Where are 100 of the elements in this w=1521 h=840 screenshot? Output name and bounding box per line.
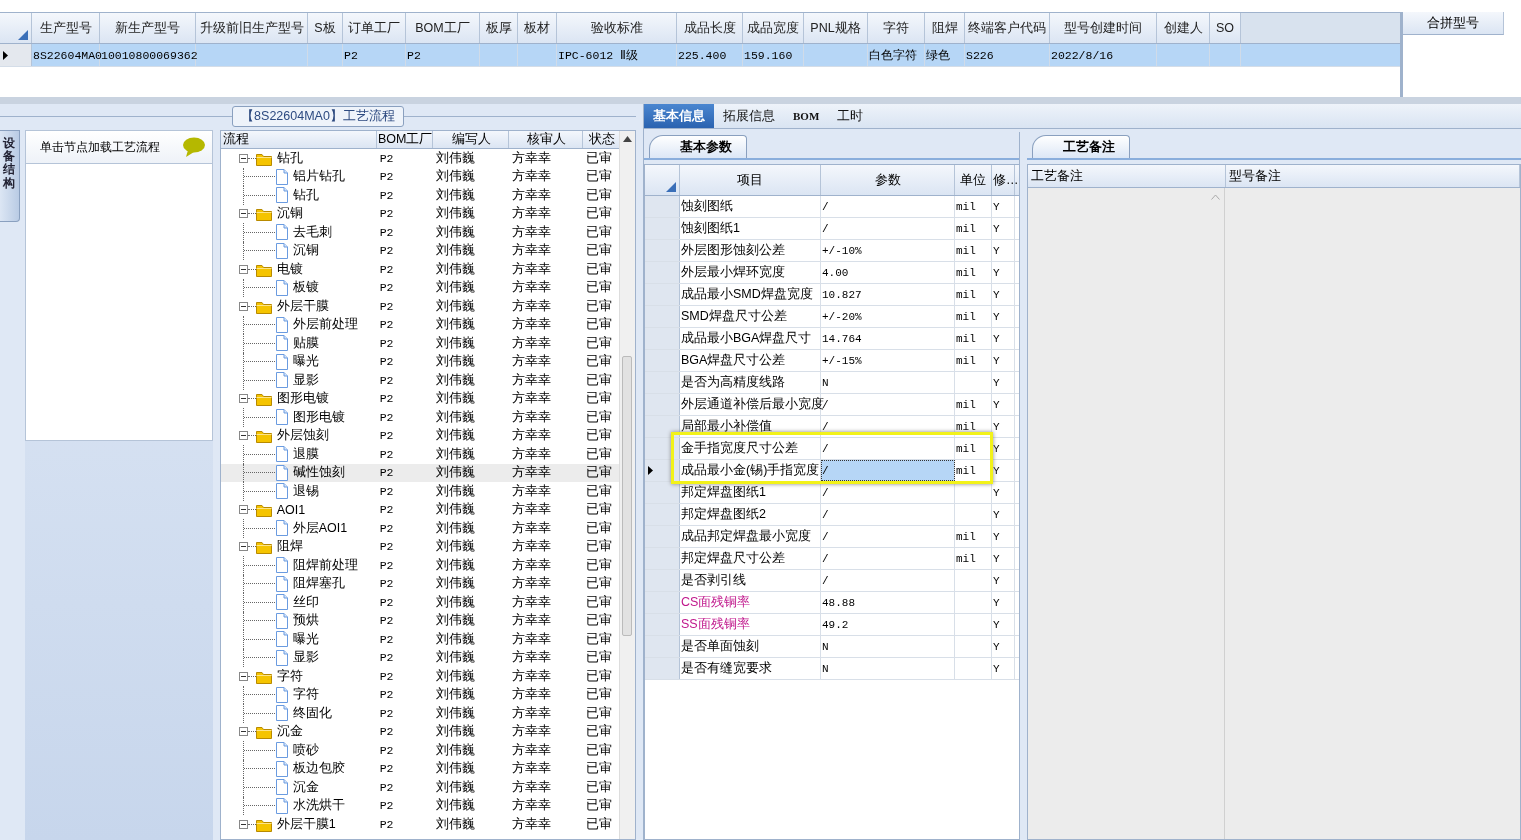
table-row[interactable]: 成品最小SMD焊盘宽度 10.827 mil Y xyxy=(645,284,1019,306)
column-header[interactable]: 新生产型号 xyxy=(100,13,196,43)
tree-row[interactable]: 板镀 P2 刘伟巍 方幸幸 已审 xyxy=(220,278,621,297)
table-cell: 方幸幸 xyxy=(511,223,551,241)
tree-row[interactable]: 曝光 P2 刘伟巍 方幸幸 已审 xyxy=(220,630,621,649)
tree-row[interactable]: 外层前处理 P2 刘伟巍 方幸幸 已审 xyxy=(220,315,621,334)
table-cell: 刘伟巍 xyxy=(435,464,475,482)
tree-row[interactable]: 阻焊 P2 刘伟巍 方幸幸 已审 xyxy=(220,537,621,556)
column-header[interactable]: 型号备注 xyxy=(1226,165,1520,187)
column-header[interactable]: 终端客户代码 xyxy=(965,13,1050,43)
table-row[interactable]: 局部最小补偿值 / mil Y xyxy=(645,416,1019,438)
tree-row[interactable]: 钻孔 P2 刘伟巍 方幸幸 已审 xyxy=(220,186,621,205)
column-header[interactable]: S板 xyxy=(308,13,343,43)
table-cell: / xyxy=(822,464,829,477)
column-header[interactable]: 成品宽度 xyxy=(743,13,804,43)
table-row[interactable]: 邦定焊盘尺寸公差 / mil Y xyxy=(645,548,1019,570)
column-header[interactable]: BOM工厂 xyxy=(406,13,480,43)
table-row[interactable]: 蚀刻图纸 / mil Y xyxy=(645,196,1019,218)
column-header[interactable]: 流程 xyxy=(220,131,377,148)
column-header[interactable]: 参数 xyxy=(821,165,955,195)
column-header[interactable]: 创建人 xyxy=(1157,13,1210,43)
column-header[interactable]: 验收标准 xyxy=(557,13,677,43)
tab[interactable]: 基本参数 xyxy=(649,135,747,158)
column-header[interactable]: 核审人 xyxy=(508,131,583,148)
table-row[interactable]: 是否有缝宽要求 N Y xyxy=(645,658,1019,680)
tab[interactable]: 基本信息 xyxy=(644,104,714,128)
tree-row[interactable]: 铝片钻孔 P2 刘伟巍 方幸幸 已审 xyxy=(220,167,621,186)
tree-row[interactable]: 退膜 P2 刘伟巍 方幸幸 已审 xyxy=(220,445,621,464)
tab[interactable]: BOM xyxy=(784,104,829,128)
tree-row[interactable]: 沉金 P2 刘伟巍 方幸幸 已审 xyxy=(220,722,621,741)
column-header[interactable]: 成品长度 xyxy=(677,13,743,43)
tree-row[interactable]: 钻孔 P2 刘伟巍 方幸幸 已审 xyxy=(220,149,621,168)
table-row[interactable]: 外层通道补偿后最小宽度/ mil Y xyxy=(645,394,1019,416)
table-cell: +/-10% xyxy=(822,244,862,257)
tree-row[interactable]: 喷砂 P2 刘伟巍 方幸幸 已审 xyxy=(220,741,621,760)
column-header[interactable]: 订单工厂 xyxy=(343,13,406,43)
column-header[interactable]: 编写人 xyxy=(432,131,509,148)
table-row[interactable]: SS面残铜率 49.2 Y xyxy=(645,614,1019,636)
table-row[interactable]: 邦定焊盘图纸2 / Y xyxy=(645,504,1019,526)
table-row[interactable]: 成品最小BGA焊盘尺寸 14.764 mil Y xyxy=(645,328,1019,350)
tree-row[interactable]: 外层蚀刻 P2 刘伟巍 方幸幸 已审 xyxy=(220,426,621,445)
tree-row[interactable]: 贴膜 P2 刘伟巍 方幸幸 已审 xyxy=(220,334,621,353)
tree-row[interactable]: 图形电镀 P2 刘伟巍 方幸幸 已审 xyxy=(220,408,621,427)
column-header[interactable]: BOM工厂 xyxy=(376,131,433,148)
table-row[interactable]: CS面残铜率 48.88 Y xyxy=(645,592,1019,614)
tab[interactable]: 工艺备注 xyxy=(1032,135,1130,158)
tree-row[interactable]: 图形电镀 P2 刘伟巍 方幸幸 已审 xyxy=(220,389,621,408)
table-row[interactable]: 成品邦定焊盘最小宽度 / mil Y xyxy=(645,526,1019,548)
tree-row[interactable]: 外层干膜 P2 刘伟巍 方幸幸 已审 xyxy=(220,297,621,316)
tree-row[interactable]: 显影 P2 刘伟巍 方幸幸 已审 xyxy=(220,371,621,390)
table-row[interactable]: 是否为高精度线路 N Y xyxy=(645,372,1019,394)
column-header[interactable]: 升级前旧生产型号 xyxy=(196,13,308,43)
tree-row[interactable]: 字符 P2 刘伟巍 方幸幸 已审 xyxy=(220,667,621,686)
column-header[interactable]: 板厚 xyxy=(480,13,518,43)
tree-row[interactable]: 曝光 P2 刘伟巍 方幸幸 已审 xyxy=(220,352,621,371)
column-header[interactable]: 生产型号 xyxy=(32,13,100,43)
table-row[interactable]: 蚀刻图纸1 / mil Y xyxy=(645,218,1019,240)
column-header[interactable]: 工艺备注 xyxy=(1028,165,1226,187)
table-row[interactable]: 邦定焊盘图纸1 / Y xyxy=(645,482,1019,504)
table-row[interactable]: BGA焊盘尺寸公差 +/-15% mil Y xyxy=(645,350,1019,372)
table-row[interactable]: SMD焊盘尺寸公差 +/-20% mil Y xyxy=(645,306,1019,328)
column-header[interactable]: 合拼型号 xyxy=(1403,12,1504,35)
tree-row[interactable]: 沉铜 P2 刘伟巍 方幸幸 已审 xyxy=(220,204,621,223)
tree-row[interactable]: 阻焊塞孔 P2 刘伟巍 方幸幸 已审 xyxy=(220,574,621,593)
tree-row[interactable]: 字符 P2 刘伟巍 方幸幸 已审 xyxy=(220,685,621,704)
column-header[interactable]: 板材 xyxy=(518,13,557,43)
side-tab[interactable]: 设备结构 xyxy=(0,130,20,222)
tree-row[interactable]: 板边包胶 P2 刘伟巍 方幸幸 已审 xyxy=(220,759,621,778)
column-header[interactable]: 修… xyxy=(992,165,1015,195)
tree-row[interactable]: 阻焊前处理 P2 刘伟巍 方幸幸 已审 xyxy=(220,556,621,575)
tab[interactable]: 拓展信息 xyxy=(714,104,784,128)
table-row[interactable]: 成品最小金(锡)手指宽度 / mil Y xyxy=(645,460,1019,482)
tree-row[interactable]: 退锡 P2 刘伟巍 方幸幸 已审 xyxy=(220,482,621,501)
tree-row[interactable]: 外层AOI1 P2 刘伟巍 方幸幸 已审 xyxy=(220,519,621,538)
tree-row[interactable]: 终固化 P2 刘伟巍 方幸幸 已审 xyxy=(220,704,621,723)
column-header[interactable]: PNL规格 xyxy=(804,13,868,43)
column-header[interactable]: 型号创建时间 xyxy=(1050,13,1157,43)
column-header[interactable]: 项目 xyxy=(680,165,821,195)
column-header[interactable]: 字符 xyxy=(868,13,925,43)
tree-row[interactable]: 水洗烘干 P2 刘伟巍 方幸幸 已审 xyxy=(220,796,621,815)
tree-row[interactable]: AOI1 P2 刘伟巍 方幸幸 已审 xyxy=(220,500,621,519)
table-row[interactable]: 外层最小焊环宽度 4.00 mil Y xyxy=(645,262,1019,284)
table-row[interactable]: 8S22604MA010010800069362 P2 P2 IPC-6012 Ⅱ级 225.400 159.160 白色字符 绿色 S226 2022/8/16 xyxy=(0,44,1400,67)
table-cell: 已审 xyxy=(585,408,612,426)
tree-row[interactable]: 丝印 P2 刘伟巍 方幸幸 已审 xyxy=(220,593,621,612)
tab[interactable]: 工时 xyxy=(828,104,873,128)
tree-row[interactable]: 去毛刺 P2 刘伟巍 方幸幸 已审 xyxy=(220,223,621,242)
tree-row[interactable]: 预烘 P2 刘伟巍 方幸幸 已审 xyxy=(220,611,621,630)
tree-row[interactable]: 沉金 P2 刘伟巍 方幸幸 已审 xyxy=(220,778,621,797)
table-row[interactable]: 是否单面蚀刻 N Y xyxy=(645,636,1019,658)
tree-row[interactable]: 碱性蚀刻 P2 刘伟巍 方幸幸 已审 xyxy=(220,463,621,482)
table-row[interactable]: 外层图形蚀刻公差 +/-10% mil Y xyxy=(645,240,1019,262)
table-cell: 邦定焊盘图纸1 xyxy=(681,484,766,501)
tree-row[interactable]: 显影 P2 刘伟巍 方幸幸 已审 xyxy=(220,648,621,667)
tree-row[interactable]: 外层干膜1 P2 刘伟巍 方幸幸 已审 xyxy=(220,815,621,834)
table-row[interactable]: 是否剥引线 / Y xyxy=(645,570,1019,592)
tree-row[interactable]: 沉铜 P2 刘伟巍 方幸幸 已审 xyxy=(220,241,621,260)
column-header[interactable]: 阻焊 xyxy=(925,13,965,43)
column-header[interactable]: 单位 xyxy=(955,165,992,195)
tree-row[interactable]: 电镀 P2 刘伟巍 方幸幸 已审 xyxy=(220,260,621,279)
